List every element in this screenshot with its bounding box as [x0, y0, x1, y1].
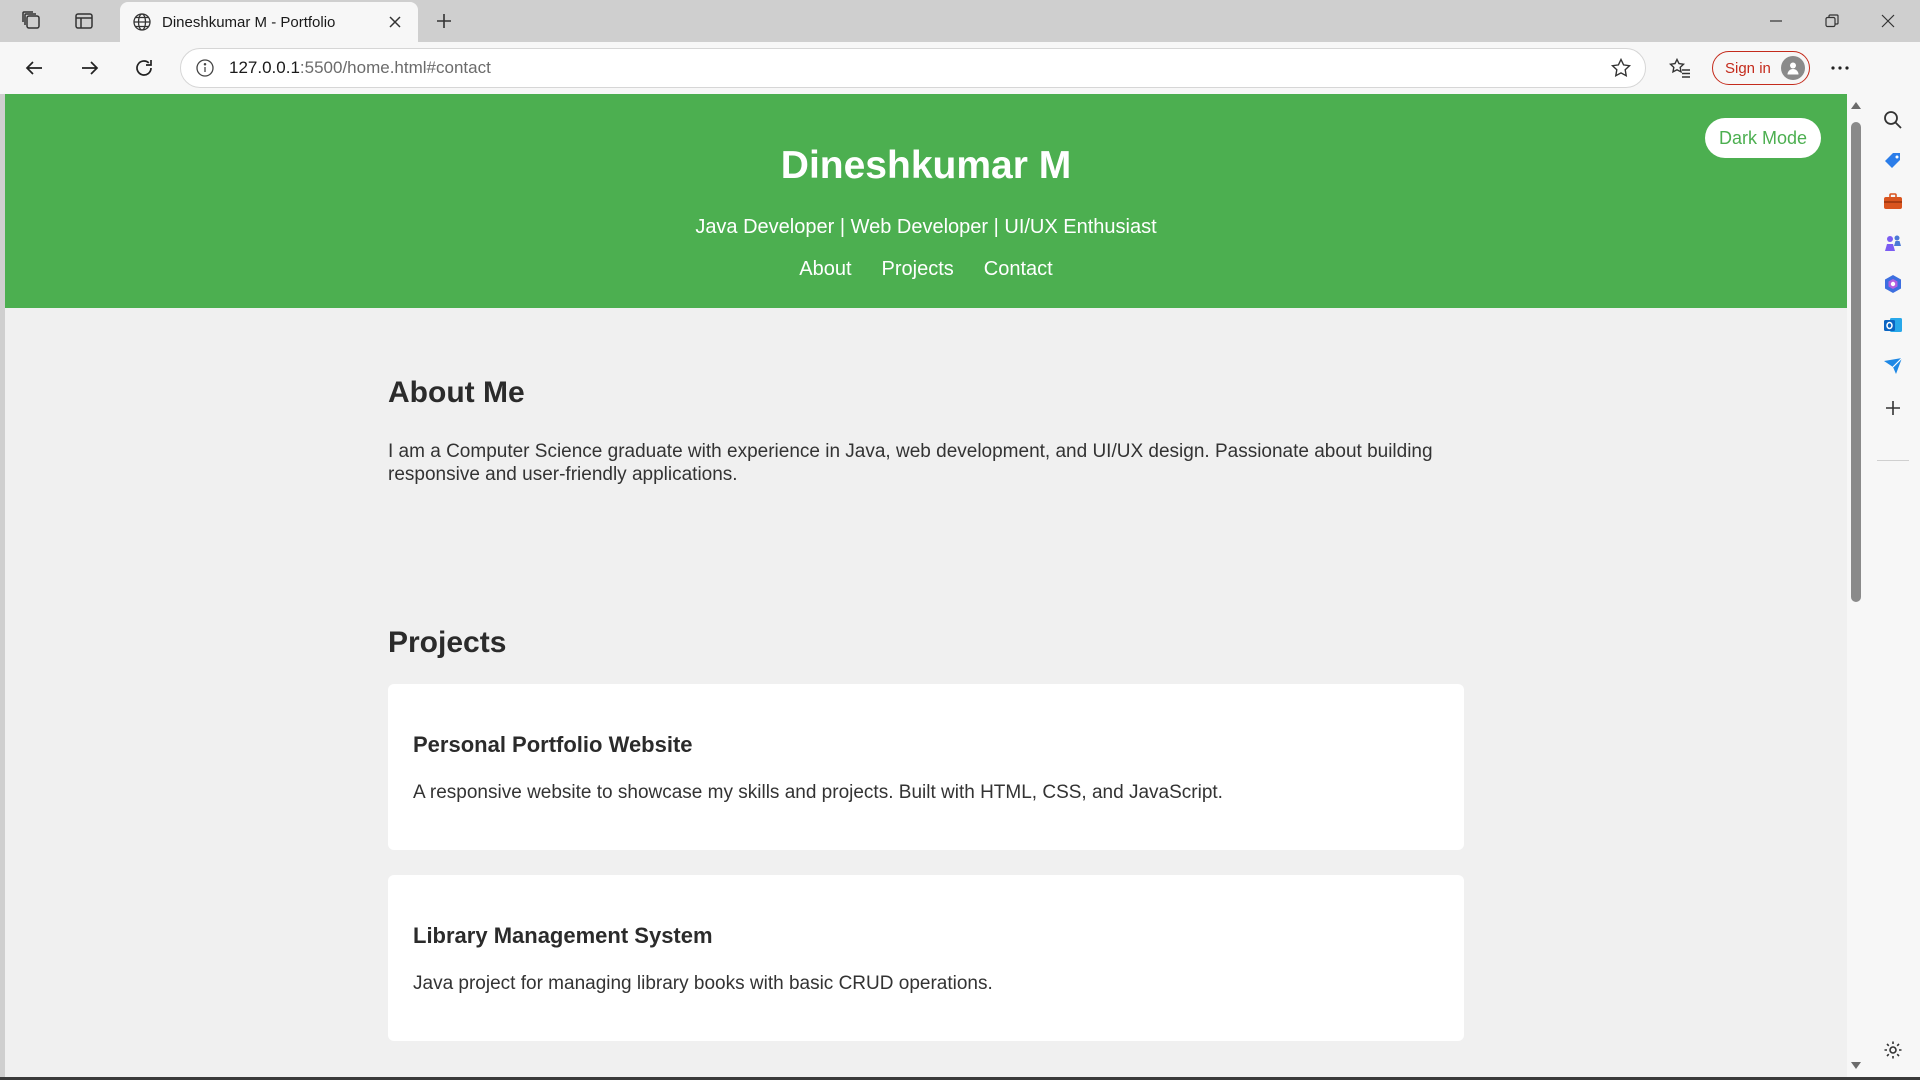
globe-icon: [128, 8, 156, 36]
site-header: Dineshkumar M Java Developer | Web Devel…: [5, 94, 1847, 308]
url-text: 127.0.0.1:5500/home.html#contact: [229, 58, 1597, 78]
sidebar-shopping-button[interactable]: [1873, 141, 1913, 181]
settings-icon: [1884, 1041, 1902, 1059]
site-name: Dineshkumar M: [780, 144, 1072, 187]
tab-actions-icon[interactable]: [64, 4, 104, 38]
plus-icon: [437, 14, 451, 28]
about-title: About Me: [388, 376, 525, 409]
favorites-button[interactable]: [1660, 50, 1700, 86]
edge-sidebar: [1865, 42, 1920, 1080]
minimize-icon: [1770, 20, 1782, 22]
sidebar-send-button[interactable]: [1873, 346, 1913, 386]
url-path: :5500/home.html#contact: [299, 58, 491, 77]
address-bar[interactable]: 127.0.0.1:5500/home.html#contact: [180, 48, 1646, 88]
project-title: Personal Portfolio Website: [413, 732, 693, 757]
active-tab[interactable]: Dineshkumar M - Portfolio: [120, 2, 418, 42]
m365-icon: [1885, 275, 1901, 293]
avatar-icon: [1781, 56, 1805, 80]
dark-mode-button[interactable]: Dark Mode: [1705, 118, 1821, 158]
info-icon[interactable]: [181, 48, 229, 88]
site-nav: About Projects Contact: [5, 258, 1847, 281]
sign-in-label: Sign in: [1725, 59, 1771, 77]
favorites-icon: [1669, 57, 1690, 78]
browser-toolbar: 127.0.0.1:5500/home.html#contact Sign in: [0, 42, 1920, 94]
restore-button[interactable]: [1804, 0, 1860, 42]
sidebar-m365-button[interactable]: [1873, 264, 1913, 304]
new-tab-button[interactable]: [426, 4, 462, 38]
more-button[interactable]: [1820, 50, 1860, 86]
project-title: Library Management System: [413, 923, 713, 948]
project-description: A responsive website to showcase my skil…: [413, 782, 1223, 803]
page-scrollbar[interactable]: [1847, 94, 1865, 1077]
search-icon: [1884, 111, 1902, 129]
forward-button[interactable]: [70, 50, 110, 86]
url-host: 127.0.0.1: [229, 58, 300, 77]
shopping-tag-icon: [1885, 153, 1900, 168]
close-icon: [1881, 14, 1895, 28]
nav-link-projects[interactable]: Projects: [882, 258, 954, 281]
refresh-button[interactable]: [124, 50, 164, 86]
projects-title: Projects: [388, 626, 507, 659]
sidebar-outlook-button[interactable]: [1873, 305, 1913, 345]
about-text: I am a Computer Science graduate with ex…: [388, 441, 1433, 485]
add-icon: [1886, 401, 1900, 415]
forward-icon: [82, 61, 99, 75]
tab-title: Dineshkumar M - Portfolio: [162, 13, 336, 31]
more-icon: [1831, 66, 1849, 70]
sidebar-tools-button[interactable]: [1873, 182, 1913, 222]
tools-icon: [1884, 193, 1902, 209]
refresh-icon: [136, 60, 152, 76]
close-icon[interactable]: [382, 9, 408, 35]
nav-link-about[interactable]: About: [799, 258, 851, 281]
sidebar-search-button[interactable]: [1873, 100, 1913, 140]
project-card: Personal Portfolio Website A responsive …: [388, 684, 1464, 850]
games-icon: [1885, 235, 1901, 251]
scroll-thumb[interactable]: [1851, 122, 1861, 602]
send-icon: [1884, 357, 1903, 374]
tab-bar: Dineshkumar M - Portfolio: [0, 0, 1920, 42]
scroll-down-arrow[interactable]: [1851, 1062, 1861, 1069]
project-card: Library Management System Java project f…: [388, 875, 1464, 1041]
site-tagline: Java Developer | Web Developer | UI/UX E…: [695, 216, 1157, 238]
sidebar-settings-button[interactable]: [1873, 1030, 1913, 1070]
project-description: Java project for managing library books …: [413, 973, 993, 994]
sign-in-button[interactable]: Sign in: [1712, 51, 1810, 85]
minimize-button[interactable]: [1748, 0, 1804, 42]
star-icon[interactable]: [1597, 48, 1645, 88]
back-button[interactable]: [14, 50, 54, 86]
sidebar-add-button[interactable]: [1873, 388, 1913, 428]
close-window-button[interactable]: [1860, 0, 1916, 42]
outlook-icon: [1884, 318, 1902, 332]
nav-link-contact[interactable]: Contact: [984, 258, 1053, 281]
sidebar-divider: [1877, 460, 1909, 461]
scroll-up-arrow[interactable]: [1851, 102, 1861, 109]
workspaces-icon[interactable]: [12, 4, 52, 38]
page-viewport: Dineshkumar M Java Developer | Web Devel…: [5, 94, 1847, 1077]
back-icon: [25, 61, 42, 75]
sidebar-games-button[interactable]: [1873, 223, 1913, 263]
restore-icon: [1825, 14, 1839, 28]
